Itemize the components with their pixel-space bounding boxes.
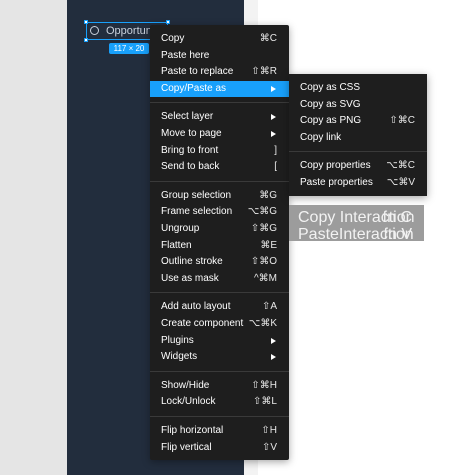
menu-item-flip-horizontal[interactable]: Flip horizontal ⇧H	[150, 423, 289, 439]
menu-item-flip-vertical[interactable]: Flip vertical ⇧V	[150, 440, 289, 456]
menu-item-show-hide[interactable]: Show/Hide ⇧⌘H	[150, 378, 289, 394]
menu-item-shortcut: ⇧⌘R	[251, 66, 277, 78]
menu-item-use-as-mask[interactable]: Use as mask ^⌘M	[150, 271, 289, 287]
menu-item-shortcut: ⌘C	[259, 33, 277, 44]
menu-item-add-auto-layout[interactable]: Add auto layout ⇧A	[150, 299, 289, 315]
menu-item-label: Paste properties	[300, 177, 373, 188]
menu-item-label: Copy as CSS	[300, 82, 361, 93]
menu-item-label: Move to page	[161, 128, 222, 139]
menu-item-plugins[interactable]: Plugins	[150, 333, 289, 349]
menu-item-label: Select layer	[161, 111, 214, 123]
menu-item-send-to-back[interactable]: Send to back [	[150, 159, 289, 175]
menu-item-shortcut: ⇧V	[261, 441, 277, 453]
menu-item-label: Ungroup	[161, 223, 200, 234]
resize-handle-top-left[interactable]	[84, 20, 88, 24]
menu-item-move-to-page[interactable]: Move to page	[150, 126, 289, 142]
menu-separator	[150, 416, 289, 417]
menu-item-label: Copy link	[300, 131, 342, 143]
menu-item-copy-link[interactable]: Copy link	[289, 130, 427, 146]
menu-item-paste-properties[interactable]: Paste properties ⌥⌘V	[289, 175, 427, 191]
menu-item-widgets[interactable]: Widgets	[150, 349, 289, 365]
menu-item-shortcut: ⇧H	[261, 425, 277, 436]
menu-item-shortcut: ⌥⌘K	[248, 318, 277, 329]
menu-item-shortcut: [	[274, 161, 277, 173]
menu-item-label: Frame selection	[161, 206, 233, 218]
menu-item-label: Use as mask	[161, 272, 219, 284]
menu-item-label: Group selection	[161, 189, 232, 201]
menu-item-shortcut: ⇧⌘H	[251, 379, 277, 391]
context-menu: Copy ⌘C Paste here Paste to replace ⇧⌘R Copy/…	[150, 25, 289, 460]
menu-item-lock-unlock[interactable]: Lock/Unlock ⇧⌘L	[150, 394, 289, 410]
menu-item-select-layer[interactable]: Select layer	[150, 109, 289, 125]
submenu-arrow-icon	[271, 337, 276, 344]
menu-item-bring-to-front[interactable]: Bring to front]	[150, 143, 289, 159]
size-badge: 117 × 20	[109, 43, 149, 54]
menu-item-frame-selection[interactable]: Frame selection ⌥⌘G	[150, 204, 289, 220]
menu-item-shortcut: ]	[274, 144, 277, 156]
menu-item-label: Lock/Unlock	[161, 396, 216, 408]
menu-separator	[150, 292, 289, 294]
menu-item-label: Bring to front	[161, 144, 219, 156]
menu-item-label: Paste here	[161, 49, 210, 61]
menu-item-label: Widgets	[161, 351, 198, 363]
menu-item-copy-paste-as[interactable]: Copy/Paste as	[150, 80, 289, 97]
menu-item-shortcut: ⌘G	[259, 189, 277, 201]
menu-item-label: Copy as PNG	[300, 115, 362, 127]
menu-item-shortcut: ⌥⌘V	[386, 177, 415, 188]
menu-item-copy[interactable]: Copy ⌘C	[150, 31, 289, 47]
layer-name-text: Opportuni	[106, 25, 155, 37]
menu-item-label: Show/Hide	[161, 379, 210, 391]
menu-item-flatten[interactable]: Flatten ⌘E	[150, 238, 289, 254]
interaction-submenu: Copy Interaction fn C PasteInteraction fn V	[289, 205, 424, 243]
menu-item-outline-stroke[interactable]: Outline stroke ⇧⌘O	[150, 254, 289, 270]
menu-item-copy-properties[interactable]: Copy properties ⌥⌘C	[289, 158, 427, 174]
menu-item-paste-to-replace[interactable]: Paste to replace ⇧⌘R	[150, 64, 289, 80]
radio-circle-icon	[90, 26, 99, 35]
menu-item-shortcut: ⇧⌘L	[253, 396, 277, 408]
submenu-arrow-icon	[271, 131, 276, 137]
menu-item-paste-here[interactable]: Paste here	[150, 48, 289, 64]
menu-item-shortcut: ⌘E	[260, 239, 277, 251]
menu-item-shortcut: ⌥⌘G	[247, 206, 277, 218]
menu-item-label: Flatten	[161, 239, 192, 251]
menu-item-label: Copy/Paste as	[161, 82, 227, 94]
menu-item-label: Add auto layout	[161, 301, 231, 313]
menu-item-ungroup[interactable]: Ungroup ⇧⌘G	[150, 221, 289, 237]
menu-item-shortcut: ⇧⌘G	[250, 223, 277, 234]
menu-item-copy-interaction[interactable]: Copy Interaction fn C	[289, 207, 424, 226]
menu-item-copy-as-png[interactable]: Copy as PNG ⇧⌘C	[289, 113, 427, 129]
menu-item-pasteinteraction[interactable]: PasteInteraction fn V	[289, 224, 424, 243]
resize-handle-bottom-left[interactable]	[84, 38, 88, 42]
menu-item-label: Copy as SVG	[300, 98, 361, 110]
menu-separator	[289, 151, 427, 153]
menu-item-copy-as-svg[interactable]: Copy as SVG	[289, 97, 427, 113]
menu-item-shortcut: ⇧A	[261, 301, 277, 313]
menu-item-label: Paste to replace	[161, 66, 234, 78]
menu-item-label: Copy properties	[300, 160, 371, 172]
menu-item-label: Copy	[161, 33, 185, 44]
menu-item-shortcut: ^⌘M	[253, 272, 277, 284]
copy-paste-as-submenu: Copy as CSS Copy as SVG Copy as PNG ⇧⌘C Copy…	[289, 74, 427, 196]
menu-item-shortcut: fn V	[383, 225, 412, 243]
menu-item-shortcut: ⇧⌘O	[250, 256, 277, 268]
menu-item-copy-as-css[interactable]: Copy as CSS	[289, 80, 427, 96]
canvas-background	[0, 0, 67, 475]
menu-separator	[150, 180, 289, 182]
submenu-arrow-icon	[271, 114, 276, 121]
menu-item-create-component[interactable]: Create component ⌥⌘K	[150, 316, 289, 332]
menu-separator	[150, 370, 289, 372]
menu-separator	[150, 102, 289, 104]
menu-item-label: Outline stroke	[161, 256, 223, 268]
menu-item-label: Flip vertical	[161, 441, 212, 453]
menu-item-shortcut: ⌥⌘C	[386, 160, 415, 172]
resize-handle-top-right[interactable]	[166, 20, 170, 24]
menu-item-group-selection[interactable]: Group selection ⌘G	[150, 188, 289, 204]
submenu-arrow-icon	[271, 85, 276, 92]
menu-item-label: Flip horizontal	[161, 425, 224, 436]
menu-item-shortcut: ⇧⌘C	[389, 115, 415, 127]
menu-item-label: Create component	[161, 318, 244, 329]
submenu-arrow-icon	[271, 354, 276, 361]
menu-item-label: Plugins	[161, 334, 194, 346]
menu-item-label: Send to back	[161, 161, 220, 173]
